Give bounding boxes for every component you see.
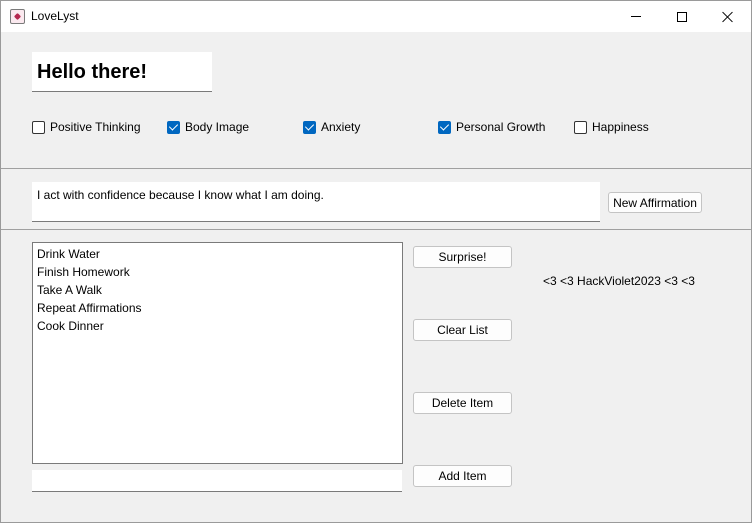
checkbox-box[interactable] [438,120,451,134]
list-item[interactable]: Repeat Affirmations [37,301,402,319]
list-item[interactable]: Take A Walk [37,283,402,301]
list-item[interactable]: Finish Homework [37,265,402,283]
clear-list-button[interactable]: Clear List [413,319,512,341]
close-button[interactable] [705,1,751,32]
app-window: LoveLyst Hello there! Positive Thinking … [0,0,752,523]
surprise-button[interactable]: Surprise! [413,246,512,268]
title-bar[interactable]: LoveLyst [1,1,751,32]
checkbox-label: Positive Thinking [50,120,141,134]
divider [1,168,751,169]
checkbox-box[interactable] [303,120,316,134]
checkbox-personal-growth[interactable]: Personal Growth [438,119,545,135]
maximize-icon [677,11,687,22]
divider [1,229,751,230]
checkbox-anxiety[interactable]: Anxiety [303,119,360,135]
checkbox-happiness[interactable]: Happiness [574,119,649,135]
checkbox-box[interactable] [167,120,180,134]
add-item-input[interactable] [32,470,402,492]
checkbox-body-image[interactable]: Body Image [167,119,249,135]
checkbox-label: Happiness [592,120,649,134]
add-item-button[interactable]: Add Item [413,465,512,487]
tagline: <3 <3 HackViolet2023 <3 <3 [543,274,695,288]
minimize-button[interactable] [613,1,659,32]
checkbox-positive-thinking[interactable]: Positive Thinking [32,119,141,135]
heart-app-icon [10,9,25,24]
checkbox-label: Anxiety [321,120,361,134]
minimize-icon [631,16,641,17]
window-title: LoveLyst [31,9,79,23]
todo-list[interactable]: Drink Water Finish Homework Take A Walk … [32,242,403,464]
list-item[interactable]: Cook Dinner [37,319,402,337]
checkbox-label: Body Image [185,120,250,134]
new-affirmation-button[interactable]: New Affirmation [608,192,702,213]
maximize-button[interactable] [659,1,705,32]
checkbox-box[interactable] [32,120,45,134]
checkbox-box[interactable] [574,120,587,134]
affirmation-text[interactable]: I act with confidence because I know wha… [32,182,600,222]
greeting-field[interactable]: Hello there! [32,52,212,92]
list-item[interactable]: Drink Water [37,247,402,265]
close-icon [722,11,734,23]
delete-item-button[interactable]: Delete Item [413,392,512,414]
checkbox-label: Personal Growth [456,120,546,134]
